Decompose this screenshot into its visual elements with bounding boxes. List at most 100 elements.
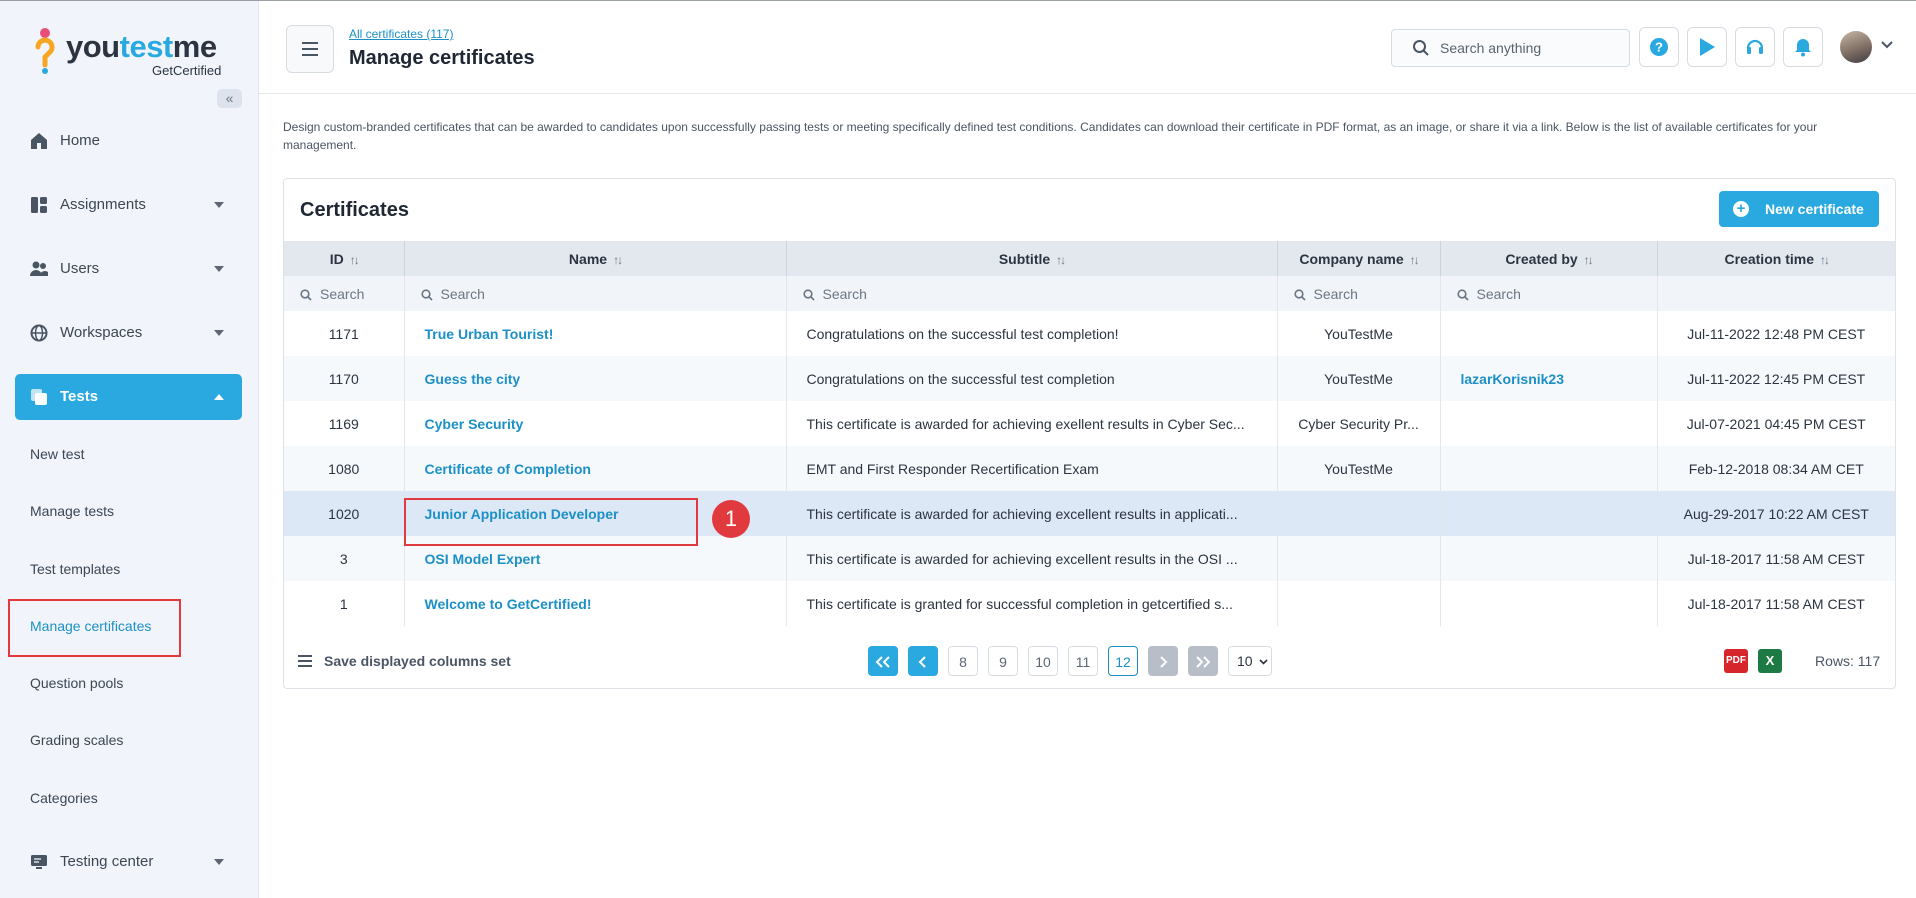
cell-id: 3	[284, 536, 405, 581]
cell-name-link[interactable]: OSI Model Expert	[425, 551, 541, 567]
page-size-select[interactable]: 10	[1228, 646, 1272, 676]
export-pdf-button[interactable]: PDF	[1724, 649, 1748, 673]
chevron-down-icon[interactable]	[1881, 41, 1893, 49]
notifications-button[interactable]	[1783, 27, 1823, 67]
cell-created-by-link[interactable]: lazarKorisnik23	[1461, 371, 1565, 387]
rows-count: Rows: 117	[1815, 653, 1881, 669]
cell-creation-time: Jul-11-2022 12:45 PM CEST	[1657, 356, 1895, 401]
prev-page-button[interactable]	[908, 646, 938, 676]
new-certificate-button[interactable]: + New certificate	[1719, 191, 1879, 227]
cell-name-link[interactable]: Certificate of Completion	[425, 461, 591, 477]
column-header-name[interactable]: Name ↑↓	[404, 241, 787, 276]
filter-row: Search Search Search Search Search	[284, 276, 1895, 311]
cell-created-by	[1440, 446, 1658, 491]
search-icon	[1456, 288, 1469, 301]
support-button[interactable]	[1735, 27, 1775, 67]
sidebar-item-testing-center[interactable]: Testing center	[15, 839, 242, 885]
id-filter-input[interactable]: Search	[284, 276, 405, 311]
subtitle-filter-input[interactable]: Search	[786, 276, 1278, 311]
new-certificate-label: New certificate	[1765, 201, 1864, 217]
company-filter-input[interactable]: Search	[1277, 276, 1441, 311]
double-chevron-left-icon	[875, 656, 890, 668]
sort-icon[interactable]: ↑↓	[1056, 253, 1066, 267]
page-button[interactable]: 10	[1028, 646, 1058, 676]
brand-sub: GetCertified	[152, 63, 222, 78]
cell-id: 1	[284, 581, 405, 626]
cell-company: YouTestMe	[1277, 311, 1441, 356]
column-header-subtitle[interactable]: Subtitle ↑↓	[786, 241, 1278, 276]
cell-id: 1170	[284, 356, 405, 401]
collapse-sidebar-button[interactable]: «	[217, 89, 242, 108]
cell-id: 1171	[284, 311, 405, 356]
cell-company	[1277, 536, 1441, 581]
sort-icon[interactable]: ↑↓	[613, 253, 623, 267]
cell-name-link[interactable]: Welcome to GetCertified!	[425, 596, 592, 612]
sort-icon[interactable]: ↑↓	[350, 253, 360, 267]
highlight-box	[8, 599, 181, 657]
cell-company: Cyber Security Pr...	[1277, 401, 1441, 446]
sidebar-subitem-new-test[interactable]: New test	[30, 446, 84, 462]
export-excel-button[interactable]: X	[1758, 649, 1782, 673]
first-page-button[interactable]	[868, 646, 898, 676]
creation-time-filter-cell	[1657, 276, 1895, 311]
column-header-creation-time[interactable]: Creation time ↑↓	[1657, 241, 1895, 276]
page-button[interactable]: 12	[1108, 646, 1138, 676]
page-button[interactable]: 8	[948, 646, 978, 676]
sidebar-item-label: Tests	[60, 388, 99, 405]
last-page-button[interactable]	[1188, 646, 1218, 676]
sidebar-item-workspaces[interactable]: Workspaces	[15, 310, 242, 356]
table-row[interactable]: 1080 Certificate of Completion EMT and Fir…	[284, 446, 1895, 491]
chevron-down-icon	[214, 330, 224, 336]
assignments-icon	[31, 197, 47, 213]
column-header-id[interactable]: ID ↑↓	[284, 241, 405, 276]
cell-id: 1080	[284, 446, 405, 491]
name-filter-input[interactable]: Search	[404, 276, 787, 311]
sidebar-subitem-test-templates[interactable]: Test templates	[30, 561, 120, 577]
cell-created-by: lazarKorisnik23	[1440, 356, 1658, 401]
sidebar-subitem-manage-tests[interactable]: Manage tests	[30, 503, 114, 519]
breadcrumb[interactable]: All certificates (117)	[349, 27, 453, 41]
table-row[interactable]: 1 Welcome to GetCertified! This certificat…	[284, 581, 1895, 626]
sidebar-subitem-question-pools[interactable]: Question pools	[30, 675, 123, 691]
table-row[interactable]: 1171 True Urban Tourist! Congratulations o…	[284, 311, 1895, 356]
cell-name-link[interactable]: Guess the city	[425, 371, 521, 387]
column-header-created-by[interactable]: Created by ↑↓	[1440, 241, 1658, 276]
cell-created-by	[1440, 311, 1658, 356]
cell-name: Welcome to GetCertified!	[404, 581, 787, 626]
sort-icon[interactable]: ↑↓	[1410, 253, 1420, 267]
help-button[interactable]: ?	[1639, 27, 1679, 67]
page-description: Design custom-branded certificates that …	[283, 120, 1818, 152]
cell-company: YouTestMe	[1277, 356, 1441, 401]
sidebar-item-tests[interactable]: Tests	[15, 374, 242, 420]
sidebar-item-assignments[interactable]: Assignments	[15, 182, 242, 228]
sort-icon[interactable]: ↑↓	[1820, 253, 1830, 267]
avatar[interactable]	[1840, 31, 1872, 63]
home-icon	[31, 133, 47, 149]
global-search-input[interactable]: Search anything	[1391, 29, 1630, 67]
column-header-company[interactable]: Company name ↑↓	[1277, 241, 1441, 276]
cell-subtitle: This certificate is awarded for achievin…	[786, 536, 1278, 581]
cell-created-by	[1440, 581, 1658, 626]
save-columns-button[interactable]: Save displayed columns set	[298, 653, 511, 669]
play-button[interactable]	[1687, 27, 1727, 67]
cell-name-link[interactable]: True Urban Tourist!	[425, 326, 554, 342]
cell-creation-time: Jul-18-2017 11:58 AM CEST	[1687, 595, 1865, 612]
table-row[interactable]: 1170 Guess the city Congratulations on the…	[284, 356, 1895, 401]
page-button[interactable]: 11	[1068, 646, 1098, 676]
sidebar-subitem-grading-scales[interactable]: Grading scales	[30, 732, 123, 748]
next-page-button[interactable]	[1148, 646, 1178, 676]
menu-toggle-button[interactable]	[286, 25, 334, 73]
cell-name-link[interactable]: Cyber Security	[425, 416, 524, 432]
table-row[interactable]: 1169 Cyber Security This certificate is aw…	[284, 401, 1895, 446]
sidebar-item-home[interactable]: Home	[15, 118, 242, 164]
tests-icon	[31, 389, 47, 405]
chevron-down-icon	[214, 266, 224, 272]
sort-icon[interactable]: ↑↓	[1584, 253, 1594, 267]
brand-logo[interactable]: youtestme GetCertified	[32, 27, 232, 78]
sidebar-subitem-categories[interactable]: Categories	[30, 790, 98, 806]
sidebar-item-users[interactable]: Users	[15, 246, 242, 292]
double-chevron-right-icon	[1196, 656, 1211, 668]
created-by-filter-input[interactable]: Search	[1440, 276, 1658, 311]
page-title: Manage certificates	[349, 47, 535, 69]
page-button[interactable]: 9	[988, 646, 1018, 676]
